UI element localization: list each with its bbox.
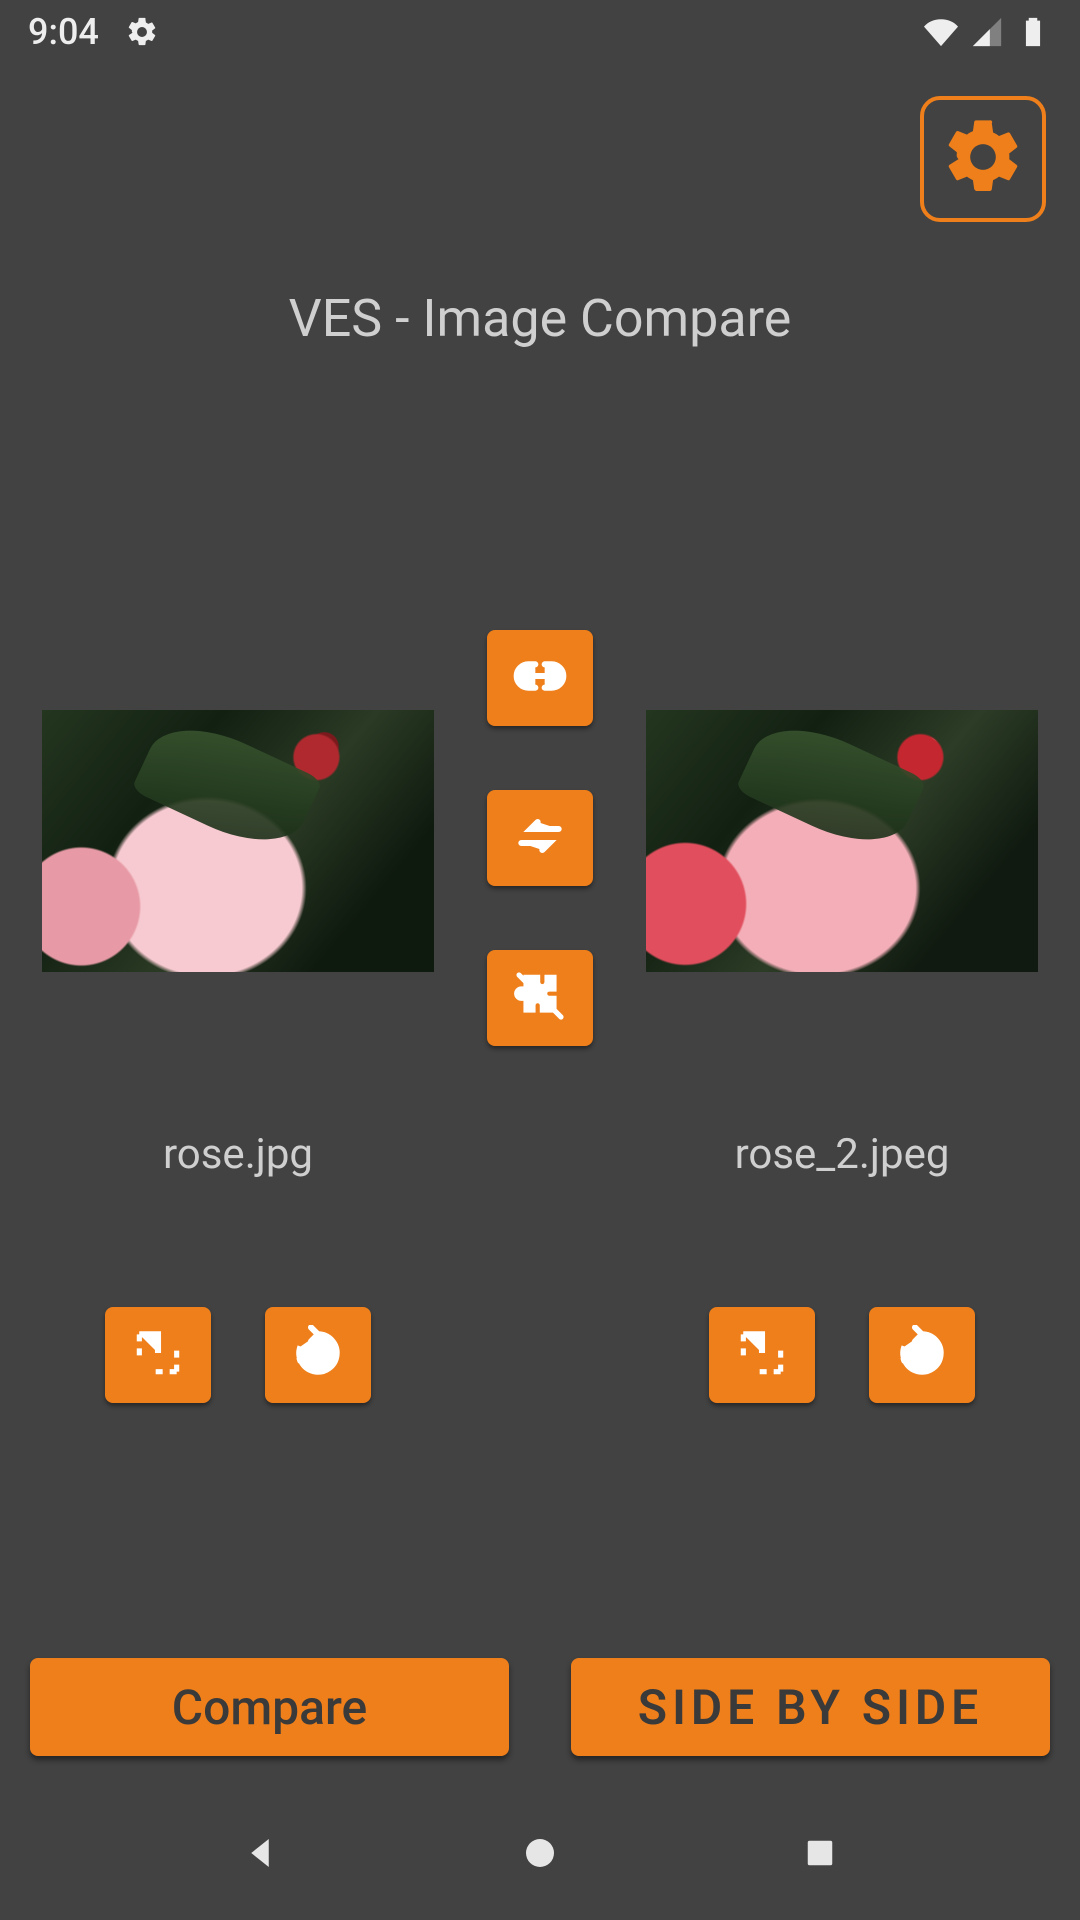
rotate-icon	[894, 1325, 950, 1385]
left-image-thumbnail[interactable]	[42, 710, 434, 972]
battery-icon	[1014, 13, 1052, 51]
android-status-bar: 9:04	[0, 0, 1080, 64]
right-image-panel: rose_2.jpeg	[646, 630, 1038, 1403]
gear-icon	[939, 113, 1027, 205]
left-image-panel: rose.jpg	[42, 630, 434, 1403]
left-crop-button[interactable]	[105, 1307, 211, 1403]
side-by-side-button[interactable]: SIDE BY SIDE	[571, 1658, 1050, 1756]
swap-button[interactable]	[487, 790, 593, 886]
right-crop-button[interactable]	[709, 1307, 815, 1403]
bottom-action-row: Compare SIDE BY SIDE	[30, 1658, 1050, 1756]
wifi-icon	[922, 13, 960, 51]
link-sync-button[interactable]	[487, 630, 593, 726]
cell-signal-icon	[968, 13, 1006, 51]
status-time: 9:04	[28, 11, 99, 53]
puzzle-disabled-button[interactable]	[487, 950, 593, 1046]
left-filename: rose.jpg	[163, 1130, 313, 1179]
app-title: VES - Image Compare	[0, 288, 1080, 349]
left-rotate-button[interactable]	[265, 1307, 371, 1403]
link-icon	[512, 648, 568, 708]
swap-icon	[512, 808, 568, 868]
compare-button[interactable]: Compare	[30, 1658, 509, 1756]
android-nav-bar	[0, 1790, 1080, 1920]
status-settings-icon	[123, 13, 161, 51]
nav-home-button[interactable]	[519, 1832, 561, 1878]
nav-recent-button[interactable]	[799, 1832, 841, 1878]
right-filename: rose_2.jpeg	[735, 1130, 950, 1179]
puzzle-off-icon	[512, 968, 568, 1028]
crop-icon	[130, 1325, 186, 1385]
app-settings-button[interactable]	[920, 96, 1046, 222]
nav-back-button[interactable]	[239, 1832, 281, 1878]
crop-icon	[734, 1325, 790, 1385]
right-image-thumbnail[interactable]	[646, 710, 1038, 972]
center-tools	[486, 630, 594, 1046]
compare-button-label: Compare	[172, 1679, 367, 1736]
side-by-side-button-label: SIDE BY SIDE	[638, 1679, 983, 1736]
compare-area: rose.jpg	[0, 630, 1080, 1403]
right-rotate-button[interactable]	[869, 1307, 975, 1403]
rotate-icon	[290, 1325, 346, 1385]
